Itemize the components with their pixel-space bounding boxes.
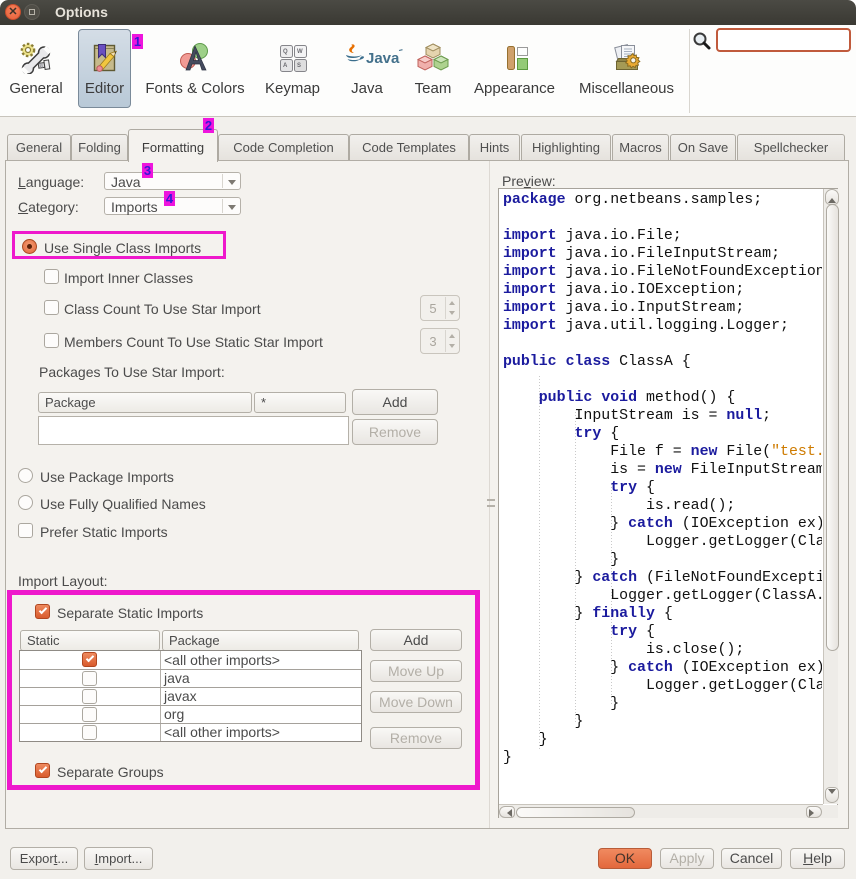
svg-text:A: A — [283, 63, 288, 69]
svg-text:Java: Java — [366, 50, 400, 67]
svg-text:S: S — [297, 63, 301, 69]
svg-text:Q: Q — [283, 49, 288, 55]
svg-text:W: W — [297, 49, 303, 55]
